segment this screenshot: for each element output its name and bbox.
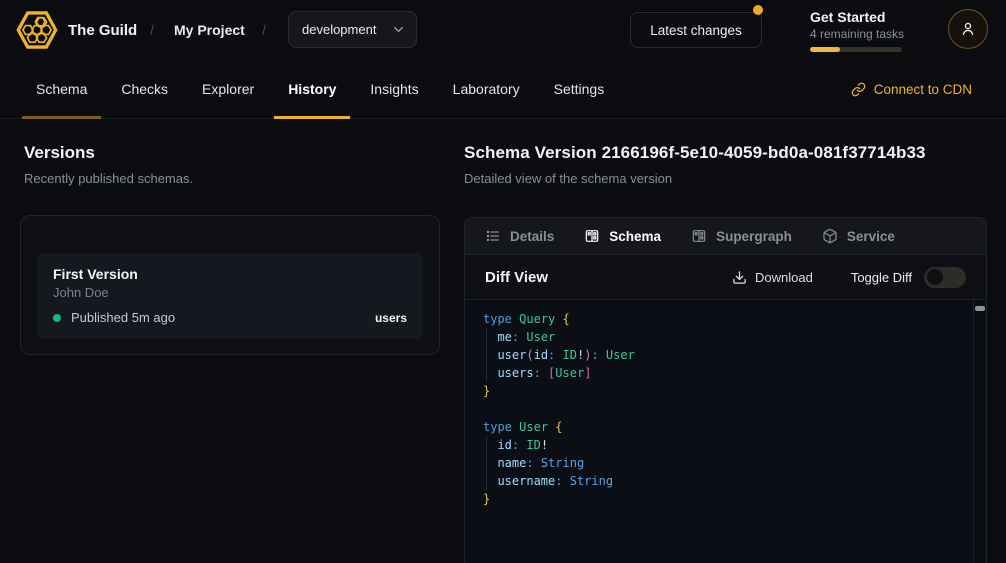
version-author: John Doe xyxy=(53,285,407,300)
tab-history[interactable]: History xyxy=(274,60,350,118)
schema-version-subtitle: Detailed view of the schema version xyxy=(464,171,926,186)
toggle-diff-label: Toggle Diff xyxy=(851,270,912,285)
code-block: type Query { me: User user(id: ID!): Use… xyxy=(465,300,973,563)
code-scrollbar[interactable] xyxy=(973,300,986,563)
org-breadcrumb[interactable]: The Guild xyxy=(68,0,137,60)
get-started-widget[interactable]: Get Started 4 remaining tasks xyxy=(810,9,920,52)
project-breadcrumb[interactable]: My Project xyxy=(174,0,245,60)
latest-changes-button[interactable]: Latest changes xyxy=(630,12,762,48)
diff-view-title: Diff View xyxy=(485,269,548,286)
scrollbar-thumb[interactable] xyxy=(975,306,985,311)
download-label: Download xyxy=(755,270,813,285)
detail-tab-details[interactable]: Details xyxy=(485,228,554,244)
tab-settings[interactable]: Settings xyxy=(540,60,619,118)
tab-schema[interactable]: Schema xyxy=(22,60,101,118)
versions-header: Versions Recently published schemas. xyxy=(24,143,193,186)
breadcrumb-separator: / xyxy=(150,0,154,60)
target-selector-dropdown[interactable]: development xyxy=(288,11,417,48)
detail-tabs: Details Schema Supergraph xyxy=(465,218,986,255)
detail-tab-service[interactable]: Service xyxy=(822,228,895,244)
get-started-progressbar xyxy=(810,47,902,52)
user-avatar-icon xyxy=(959,20,977,38)
schema-version-panel: Details Schema Supergraph xyxy=(464,217,987,563)
schema-version-header: Schema Version 2166196f-5e10-4059-bd0a-0… xyxy=(464,143,926,186)
target-selector-value: development xyxy=(302,22,376,37)
tab-explorer[interactable]: Explorer xyxy=(188,60,268,118)
versions-list-card: First Version John Doe Published 5m ago … xyxy=(20,215,440,355)
schema-code-area: type Query { me: User user(id: ID!): Use… xyxy=(465,300,986,563)
indent-guide xyxy=(486,328,487,382)
schema-version-title: Schema Version 2166196f-5e10-4059-bd0a-0… xyxy=(464,143,926,163)
link-icon xyxy=(851,82,866,97)
version-name: First Version xyxy=(53,266,407,282)
version-meta-row: Published 5m ago users xyxy=(53,310,407,325)
connect-to-cdn-label: Connect to CDN xyxy=(874,82,972,97)
detail-tab-label: Supergraph xyxy=(716,229,792,244)
versions-title: Versions xyxy=(24,143,193,163)
versions-subtitle: Recently published schemas. xyxy=(24,171,193,186)
get-started-progress-fill xyxy=(810,47,840,52)
get-started-title: Get Started xyxy=(810,9,920,25)
detail-tab-schema[interactable]: Schema xyxy=(584,228,661,244)
breadcrumb-separator: / xyxy=(262,0,266,60)
app-window: The Guild / My Project / development Lat… xyxy=(0,0,1006,563)
list-icon xyxy=(485,228,501,244)
columns-icon xyxy=(584,228,600,244)
tab-insights[interactable]: Insights xyxy=(356,60,432,118)
download-icon xyxy=(732,270,747,285)
connect-to-cdn-button[interactable]: Connect to CDN xyxy=(851,82,984,97)
version-status: Published 5m ago xyxy=(71,310,175,325)
cube-icon xyxy=(822,228,838,244)
top-header: The Guild / My Project / development Lat… xyxy=(0,0,1006,60)
columns-icon xyxy=(691,228,707,244)
get-started-subtitle: 4 remaining tasks xyxy=(810,27,920,41)
detail-tab-supergraph[interactable]: Supergraph xyxy=(691,228,792,244)
detail-tab-label: Schema xyxy=(609,229,661,244)
detail-tab-label: Service xyxy=(847,229,895,244)
published-dot-icon xyxy=(53,314,61,322)
hive-logo-icon[interactable] xyxy=(15,7,59,53)
detail-tab-label: Details xyxy=(510,229,554,244)
toggle-knob xyxy=(927,269,943,285)
tab-laboratory[interactable]: Laboratory xyxy=(439,60,534,118)
project-nav-tabs: Schema Checks Explorer History Insights … xyxy=(0,60,1006,119)
tab-checks[interactable]: Checks xyxy=(107,60,182,118)
diff-view-toolbar: Diff View Download Toggle Diff xyxy=(465,255,986,300)
toggle-diff-switch[interactable] xyxy=(924,267,966,288)
download-button[interactable]: Download xyxy=(732,270,813,285)
user-avatar-button[interactable] xyxy=(948,9,988,49)
version-list-item[interactable]: First Version John Doe Published 5m ago … xyxy=(37,253,423,339)
chevron-down-icon xyxy=(391,22,406,37)
notification-dot xyxy=(753,5,763,15)
version-service-badge: users xyxy=(375,311,407,325)
indent-guide xyxy=(486,436,487,490)
